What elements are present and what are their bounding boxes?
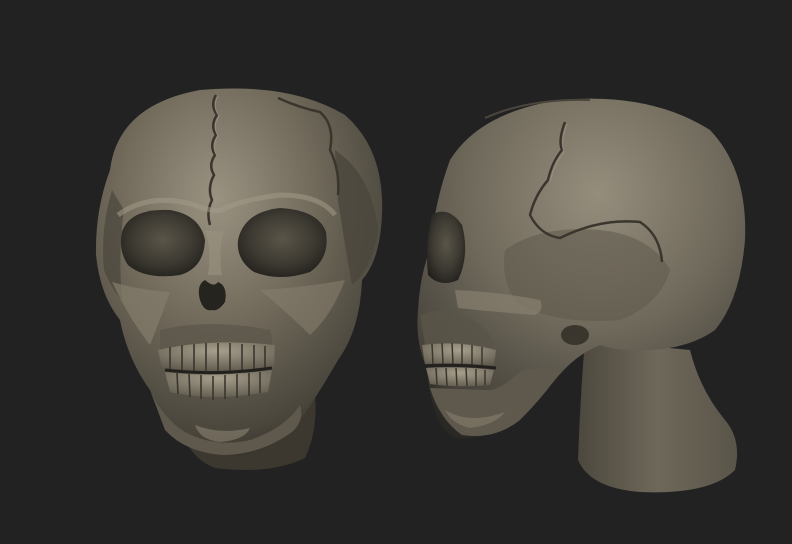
skull-render-scene — [0, 0, 792, 544]
front-right-eye-socket — [237, 208, 327, 277]
side-ear-opening — [561, 325, 589, 345]
side-eye-socket — [427, 211, 466, 284]
render-viewport — [0, 0, 792, 544]
front-left-eye-socket — [120, 209, 205, 277]
front-upper-teeth — [158, 342, 275, 371]
skull-side-view — [417, 98, 746, 493]
front-nasal-cavity — [198, 280, 226, 311]
